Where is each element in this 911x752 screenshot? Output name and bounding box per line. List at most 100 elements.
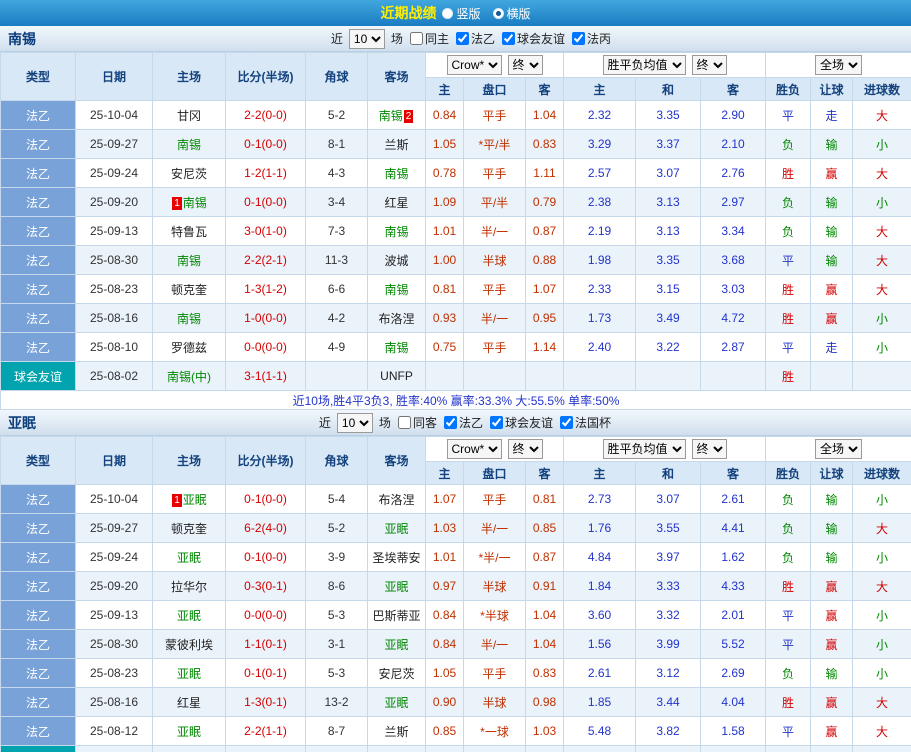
home-team-name[interactable]: 顿克奎 bbox=[171, 522, 207, 536]
asian-home-odds-cell: 0.75 bbox=[425, 332, 464, 362]
asian-odds-panel-select-1[interactable]: 终 bbox=[507, 439, 543, 459]
away-team-name[interactable]: 亚眠 bbox=[384, 696, 408, 710]
home-team-name[interactable]: 亚眠 bbox=[177, 609, 201, 623]
filter-checkbox-input[interactable] bbox=[409, 32, 423, 45]
home-team-name[interactable]: 蒙彼利埃 bbox=[165, 638, 213, 652]
euro-odds-panel-select-1[interactable]: 终 bbox=[691, 439, 727, 459]
home-team-name[interactable]: 亚眠 bbox=[183, 493, 207, 507]
home-team-name[interactable]: 拉华尔 bbox=[171, 580, 207, 594]
asian-away-odds-cell: 1.14 bbox=[524, 332, 565, 362]
home-team-name[interactable]: 红星 bbox=[177, 696, 201, 710]
home-team-name[interactable]: 甘冈 bbox=[177, 109, 201, 123]
away-team-name[interactable]: UNFP bbox=[380, 369, 413, 383]
home-team-name[interactable]: 南锡(中) bbox=[167, 370, 211, 384]
away-team-name[interactable]: 巴斯蒂亚 bbox=[372, 609, 420, 623]
filter-checkbox[interactable]: 球会友谊 bbox=[486, 414, 553, 431]
rank-badge: 1 bbox=[172, 196, 182, 210]
filter-checkbox-input[interactable] bbox=[397, 416, 411, 429]
home-team-name[interactable]: 顿克奎 bbox=[171, 283, 207, 297]
filter-checkbox-input[interactable] bbox=[501, 32, 515, 45]
euro-away-odds-cell: 2.01 bbox=[700, 600, 767, 630]
home-team-name[interactable]: 南锡 bbox=[177, 138, 201, 152]
filter-checkbox[interactable]: 法乙 bbox=[452, 30, 495, 47]
home-team-name[interactable]: 亚眠 bbox=[177, 725, 201, 739]
home-team-cell: 红星 bbox=[152, 687, 226, 717]
home-team-cell: 特鲁瓦 bbox=[152, 216, 226, 246]
match-date-cell: 25-08-02 bbox=[75, 361, 153, 391]
away-team-name[interactable]: 布洛涅 bbox=[378, 493, 414, 507]
match-date-cell: 25-10-04 bbox=[75, 100, 153, 130]
away-team-name[interactable]: 亚眠 bbox=[384, 522, 408, 536]
away-team-name[interactable]: 圣埃蒂安 bbox=[372, 551, 420, 565]
match-type-cell: 法乙 bbox=[0, 571, 76, 601]
asian-odds-panel-select-0[interactable]: Crow* bbox=[446, 55, 502, 75]
home-team-name[interactable]: 南锡 bbox=[177, 254, 201, 268]
handicap-line-cell bbox=[463, 361, 526, 391]
euro-home-odds-cell: 2.33 bbox=[563, 274, 637, 304]
handicap-line-cell: *半/一 bbox=[463, 542, 526, 572]
away-team-name[interactable]: 波城 bbox=[384, 254, 408, 268]
away-team-name[interactable]: 兰斯 bbox=[384, 138, 408, 152]
match-row: 法乙 25-08-23 亚眠 0-1(0-1) 5-3 安尼茨 1.05 平手 0.83 2.61… bbox=[0, 658, 911, 688]
radio-vertical-layout[interactable]: 竖版 bbox=[442, 5, 481, 22]
home-team-name[interactable]: 特鲁瓦 bbox=[171, 225, 207, 239]
filter-checkbox-input[interactable] bbox=[489, 416, 503, 429]
team-header-bar: 南锡 近 10 场 同主 法乙 球会友谊 法丙 bbox=[0, 26, 911, 52]
score-cell: 3-1(1-1) bbox=[225, 361, 306, 391]
match-type-cell: 法乙 bbox=[0, 484, 76, 514]
goals-result-cell bbox=[852, 361, 911, 391]
away-team-name[interactable]: 亚眠 bbox=[384, 580, 408, 594]
filter-checkbox-input[interactable] bbox=[571, 32, 585, 45]
filter-checkbox[interactable]: 法丙 bbox=[568, 30, 611, 47]
filter-checkbox[interactable]: 法乙 bbox=[440, 414, 483, 431]
home-team-name[interactable]: 亚眠 bbox=[177, 667, 201, 681]
away-team-name[interactable]: 亚眠 bbox=[384, 638, 408, 652]
filter-checkbox-input[interactable] bbox=[559, 416, 573, 429]
asian-away-odds-cell: 1.11 bbox=[524, 158, 565, 188]
home-team-name[interactable]: 亚眠 bbox=[177, 551, 201, 565]
euro-away-odds-cell: 2.69 bbox=[700, 658, 767, 688]
away-team-name[interactable]: 南锡 bbox=[379, 109, 403, 123]
filter-checkbox[interactable]: 法国杯 bbox=[556, 414, 611, 431]
euro-odds-panel-select-1[interactable]: 终 bbox=[691, 55, 727, 75]
recent-count-select[interactable]: 10 bbox=[336, 412, 373, 433]
euro-draw-odds-cell: 3.82 bbox=[635, 716, 702, 746]
home-team-name[interactable]: 南锡 bbox=[183, 196, 207, 210]
away-team-name[interactable]: 南锡 bbox=[384, 341, 408, 355]
scope-panel-select-0[interactable]: 全场 bbox=[815, 55, 863, 75]
corners-cell: 3-9 bbox=[305, 542, 368, 572]
asian-odds-panel-select-1[interactable]: 终 bbox=[507, 55, 543, 75]
euro-away-odds-cell bbox=[700, 745, 767, 752]
column-header: 客场 bbox=[367, 436, 426, 485]
match-row: 法乙 25-09-27 顿克奎 6-2(4-0) 5-2 亚眠 1.03 半/一 0.85 1.7… bbox=[0, 513, 911, 543]
away-team-name[interactable]: 红星 bbox=[384, 196, 408, 210]
result-cell: 平 bbox=[765, 600, 812, 630]
away-team-name[interactable]: 南锡 bbox=[384, 167, 408, 181]
recent-count-select[interactable]: 10 bbox=[348, 28, 385, 49]
asian-odds-panel-select-0[interactable]: Crow* bbox=[446, 439, 502, 459]
column-header: 盘口 bbox=[463, 461, 526, 485]
asian-away-odds-cell: 1.07 bbox=[524, 274, 565, 304]
filter-checkbox[interactable]: 球会友谊 bbox=[498, 30, 565, 47]
away-team-name[interactable]: 安尼茨 bbox=[378, 667, 414, 681]
match-type-cell: 法乙 bbox=[0, 216, 76, 246]
scope-panel-select-0[interactable]: 全场 bbox=[815, 439, 863, 459]
away-team-name[interactable]: 布洛涅 bbox=[378, 312, 414, 326]
home-team-name[interactable]: 南锡 bbox=[177, 312, 201, 326]
filter-checkbox-input[interactable] bbox=[455, 32, 469, 45]
euro-draw-odds-cell: 3.35 bbox=[635, 100, 702, 130]
filter-checkbox[interactable]: 同主 bbox=[406, 30, 449, 47]
home-team-name[interactable]: 罗德兹 bbox=[171, 341, 207, 355]
euro-odds-panel-select-0[interactable]: 胜平负均值 bbox=[602, 55, 686, 75]
away-team-cell: 波城 bbox=[367, 245, 426, 275]
euro-odds-panel-select-0[interactable]: 胜平负均值 bbox=[602, 439, 686, 459]
radio-horizontal-layout[interactable]: 横版 bbox=[492, 5, 531, 22]
filter-checkbox-input[interactable] bbox=[443, 416, 457, 429]
away-team-name[interactable]: 兰斯 bbox=[384, 725, 408, 739]
filter-checkbox[interactable]: 同客 bbox=[394, 414, 437, 431]
away-team-name[interactable]: 南锡 bbox=[384, 283, 408, 297]
home-team-name[interactable]: 安尼茨 bbox=[171, 167, 207, 181]
handicap-result-cell: 赢 bbox=[810, 600, 854, 630]
summary-row: 近10场,胜4平3负3, 胜率:40% 赢率:33.3% 大:55.5% 单率:… bbox=[0, 390, 911, 410]
away-team-name[interactable]: 南锡 bbox=[384, 225, 408, 239]
